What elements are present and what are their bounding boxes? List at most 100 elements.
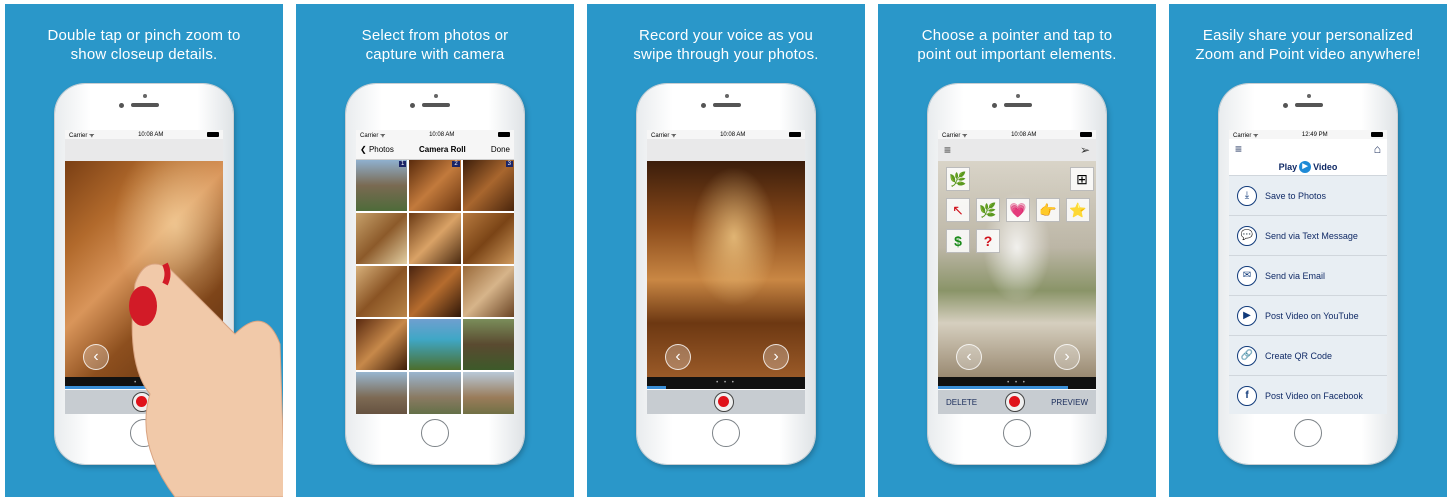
phone-screen: Carrier ᯤ 10:08 AM ❮ Photos Camera Roll … (356, 130, 514, 414)
hamburger-menu-icon[interactable]: ≡ (1235, 142, 1242, 156)
photo-thumbnail[interactable]: 1 (356, 160, 408, 211)
chevron-left-icon[interactable]: ‹ (956, 344, 982, 370)
photo-thumbnail[interactable] (462, 213, 514, 264)
nav-bar: ≡ ⌂ (1229, 139, 1387, 159)
battery-icon (207, 132, 219, 137)
pointer-heart-icon[interactable]: 💗 (1006, 198, 1030, 222)
chevron-right-icon[interactable]: › (763, 344, 789, 370)
pointer-question-icon[interactable]: ? (976, 229, 1000, 253)
photo-progress-bar: • • • (647, 377, 805, 389)
chevron-left-icon: ❮ (360, 144, 367, 154)
record-button[interactable] (1005, 392, 1025, 412)
pointer-hand-icon[interactable]: 👉 (1036, 198, 1060, 222)
share-item-qr-code[interactable]: 🔗 Create QR Code (1229, 336, 1387, 376)
hamburger-menu-icon[interactable]: ≡ (944, 143, 951, 157)
phone-frame: Carrier ᯤ 10:08 AM ❮ Photos Camera Roll … (346, 84, 524, 464)
clock-label: 10:08 AM (1011, 131, 1037, 138)
phone-frame: Carrier ᯤ 12:49 PM ≡ ⌂ Play ▶ Video ⤓ Sa… (1219, 84, 1397, 464)
nav-bar (647, 139, 805, 161)
speaker-grille (422, 103, 450, 107)
speaker-grille (713, 103, 741, 107)
carrier-label: Carrier ᯤ (360, 132, 386, 139)
envelope-icon: ✉ (1237, 265, 1257, 286)
pointer-plant-icon[interactable]: 🌿 (976, 198, 1000, 222)
photo-thumbnail[interactable] (409, 266, 461, 317)
home-button[interactable] (421, 419, 449, 447)
hand-illustration (129, 262, 283, 497)
clock-label: 10:08 AM (138, 131, 164, 138)
done-button[interactable]: Done (491, 145, 510, 154)
photo-grid: 1 2 3 (356, 160, 514, 414)
paper-plane-send-icon[interactable]: ➢ (1080, 143, 1090, 157)
delete-button[interactable]: DELETE (946, 398, 977, 407)
share-item-text-message[interactable]: 💬 Send via Text Message (1229, 216, 1387, 256)
play-video-button[interactable]: Play ▶ Video (1229, 159, 1387, 176)
progress-fill (938, 386, 1068, 389)
share-item-email[interactable]: ✉ Send via Email (1229, 256, 1387, 296)
panel-caption: Choose a pointer and tap to point out im… (917, 27, 1117, 63)
screenshot-panel-select-photos: Select from photos or capture with camer… (296, 4, 574, 497)
screenshot-panel-pointer: Choose a pointer and tap to point out im… (878, 4, 1156, 497)
chevron-left-icon[interactable]: ‹ (665, 344, 691, 370)
clock-label: 10:08 AM (429, 131, 455, 138)
photo-thumbnail[interactable] (462, 266, 514, 317)
pointer-dollar-icon[interactable]: $ (946, 229, 970, 253)
download-icon: ⤓ (1237, 185, 1257, 206)
screenshot-panel-zoom: Double tap or pinch zoom to show closeup… (5, 4, 283, 497)
carrier-label: Carrier ᯤ (942, 132, 968, 139)
play-circle-icon: ▶ (1299, 161, 1312, 173)
facebook-icon: f (1237, 385, 1257, 406)
camera-dot (992, 103, 997, 108)
share-item-facebook[interactable]: f Post Video on Facebook (1229, 376, 1387, 414)
camera-dot (410, 103, 415, 108)
phone-frame: Carrier ᯤ 10:08 AM ‹ › • • • (637, 84, 815, 464)
photo-thumbnail[interactable] (462, 319, 514, 370)
panel-caption: Easily share your personalized Zoom and … (1195, 27, 1421, 63)
preview-button[interactable]: PREVIEW (1051, 398, 1088, 407)
photo-thumbnail[interactable]: 2 (409, 160, 461, 211)
photo-thumbnail[interactable]: 3 (462, 160, 514, 211)
sensor-dot (143, 94, 147, 98)
photo-thumbnail[interactable] (356, 213, 408, 264)
home-button[interactable] (1003, 419, 1031, 447)
chevron-left-icon[interactable]: ‹ (83, 344, 109, 370)
share-item-label: Post Video on Facebook (1265, 390, 1363, 401)
photo-thumbnail[interactable] (356, 372, 408, 414)
pointer-arrow-icon[interactable]: ↖ (946, 198, 970, 222)
record-button[interactable] (714, 392, 734, 412)
nav-bar: ≡ ➢ (938, 139, 1096, 161)
home-button[interactable] (712, 419, 740, 447)
painted-nail (129, 286, 157, 326)
home-button[interactable] (1294, 419, 1322, 447)
photo-thumbnail[interactable] (409, 213, 461, 264)
phone-screen: Carrier ᯤ 12:49 PM ≡ ⌂ Play ▶ Video ⤓ Sa… (1229, 130, 1387, 414)
photo-thumbnail[interactable] (462, 372, 514, 414)
pointer-star-icon[interactable]: ⭐ (1066, 198, 1090, 222)
record-toolbar: DELETE PREVIEW (938, 390, 1096, 414)
back-button[interactable]: ❮ Photos (360, 145, 394, 154)
clock-label: 10:08 AM (720, 131, 746, 138)
nav-bar (65, 139, 223, 161)
sensor-dot (434, 94, 438, 98)
carrier-label: Carrier ᯤ (69, 132, 95, 139)
photo-thumbnail[interactable] (409, 372, 461, 414)
pointer-plant-icon[interactable]: 🌿 (946, 167, 970, 191)
battery-icon (1080, 132, 1092, 137)
chevron-right-icon[interactable]: › (1054, 344, 1080, 370)
carrier-label: Carrier ᯤ (1233, 132, 1259, 139)
link-icon: 🔗 (1237, 345, 1257, 366)
sensor-dot (1016, 94, 1020, 98)
status-bar: Carrier ᯤ 10:08 AM (938, 130, 1096, 139)
home-icon[interactable]: ⌂ (1374, 142, 1381, 156)
photo-thumbnail[interactable] (409, 319, 461, 370)
screenshot-panel-record: Record your voice as you swipe through y… (587, 4, 865, 497)
photo-thumbnail[interactable] (356, 266, 408, 317)
photo-thumbnail[interactable] (356, 319, 408, 370)
video-label: Video (1313, 162, 1338, 172)
nav-bar: ❮ Photos Camera Roll Done (356, 139, 514, 160)
add-pointer-icon[interactable]: ⊞ (1070, 167, 1094, 191)
share-item-save-photos[interactable]: ⤓ Save to Photos (1229, 176, 1387, 216)
record-toolbar (647, 390, 805, 414)
share-item-youtube[interactable]: ▶ Post Video on YouTube (1229, 296, 1387, 336)
status-bar: Carrier ᯤ 10:08 AM (65, 130, 223, 139)
